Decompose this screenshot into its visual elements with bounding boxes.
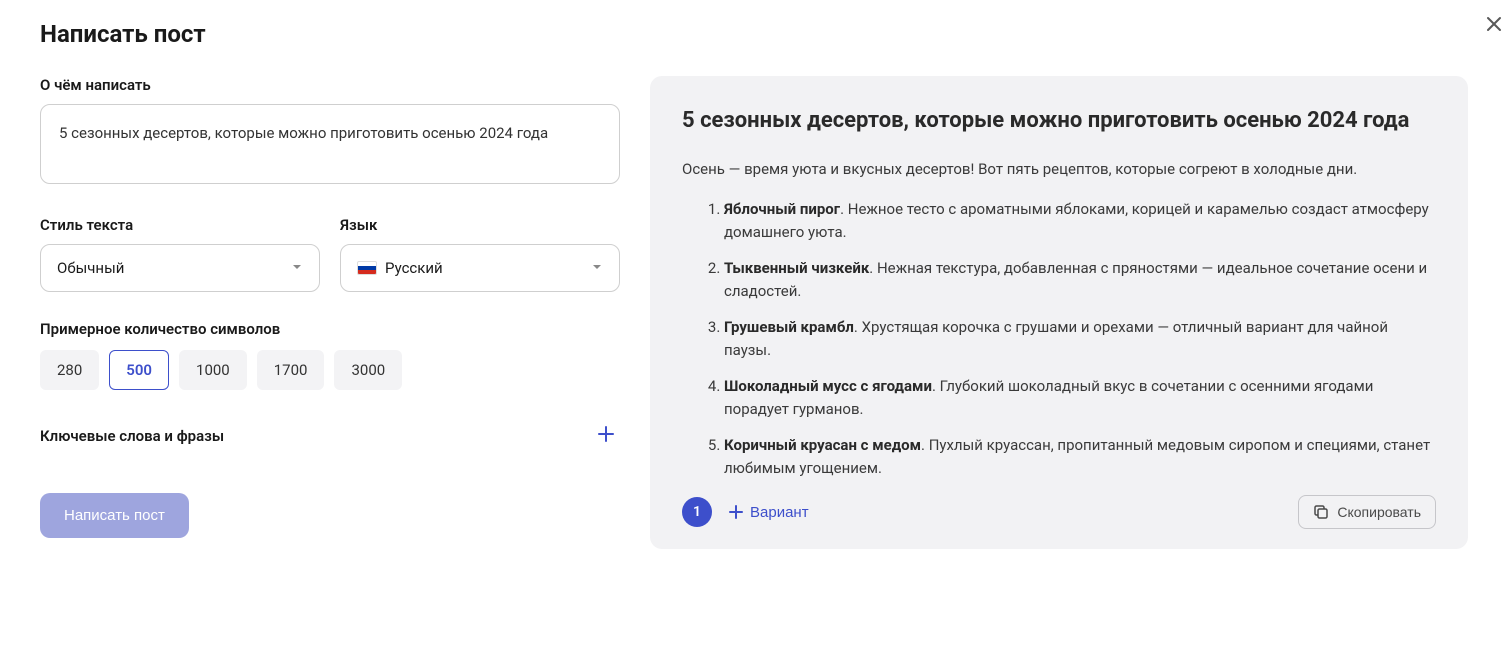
plus-icon <box>728 504 744 520</box>
result-title: 5 сезонных десертов, которые можно приго… <box>682 106 1436 136</box>
style-select[interactable]: Обычный <box>40 244 320 292</box>
plus-icon <box>596 424 616 444</box>
flag-russia-icon <box>357 261 377 275</box>
chevron-down-icon <box>291 259 303 277</box>
chevron-down-icon <box>591 259 603 277</box>
close-icon <box>1484 14 1504 34</box>
add-variant-button[interactable]: Вариант <box>728 504 809 521</box>
write-post-button[interactable]: Написать пост <box>40 493 189 538</box>
result-list: Яблочный пирог. Нежное тесто с ароматным… <box>682 198 1436 479</box>
close-button[interactable] <box>1480 10 1508 41</box>
chars-label: Примерное количество символов <box>40 320 620 338</box>
variant-label: Вариант <box>750 504 809 521</box>
add-keyword-button[interactable] <box>592 420 620 451</box>
chars-chip-280[interactable]: 280 <box>40 350 99 390</box>
page-title: Написать пост <box>40 20 1468 48</box>
language-select[interactable]: Русский <box>340 244 620 292</box>
topic-label: О чём написать <box>40 76 620 94</box>
chars-chips: 280500100017003000 <box>40 350 620 390</box>
topic-input[interactable] <box>40 104 620 184</box>
list-item: Грушевый крамбл. Хрустящая корочка с гру… <box>724 316 1436 361</box>
style-select-value: Обычный <box>57 259 124 277</box>
keywords-label: Ключевые слова и фразы <box>40 427 224 445</box>
variant-badge: 1 <box>682 497 712 527</box>
copy-icon <box>1313 504 1329 520</box>
copy-button[interactable]: Скопировать <box>1298 495 1436 529</box>
chars-chip-500[interactable]: 500 <box>109 350 169 390</box>
chars-chip-3000[interactable]: 3000 <box>334 350 402 390</box>
result-intro: Осень — время уюта и вкусных десертов! В… <box>682 158 1436 181</box>
chars-chip-1700[interactable]: 1700 <box>257 350 325 390</box>
language-label: Язык <box>340 216 620 234</box>
list-item: Коричный круасан с медом. Пухлый круасса… <box>724 434 1436 479</box>
chars-chip-1000[interactable]: 1000 <box>179 350 247 390</box>
copy-label: Скопировать <box>1337 504 1421 520</box>
list-item: Тыквенный чизкейк. Нежная текстура, доба… <box>724 257 1436 302</box>
form-panel: О чём написать Стиль текста Обычный Язык… <box>40 76 620 549</box>
style-label: Стиль текста <box>40 216 320 234</box>
list-item: Яблочный пирог. Нежное тесто с ароматным… <box>724 198 1436 243</box>
result-panel: 5 сезонных десертов, которые можно приго… <box>650 76 1468 549</box>
language-select-value: Русский <box>385 259 443 277</box>
list-item: Шоколадный мусс с ягодами. Глубокий шоко… <box>724 375 1436 420</box>
